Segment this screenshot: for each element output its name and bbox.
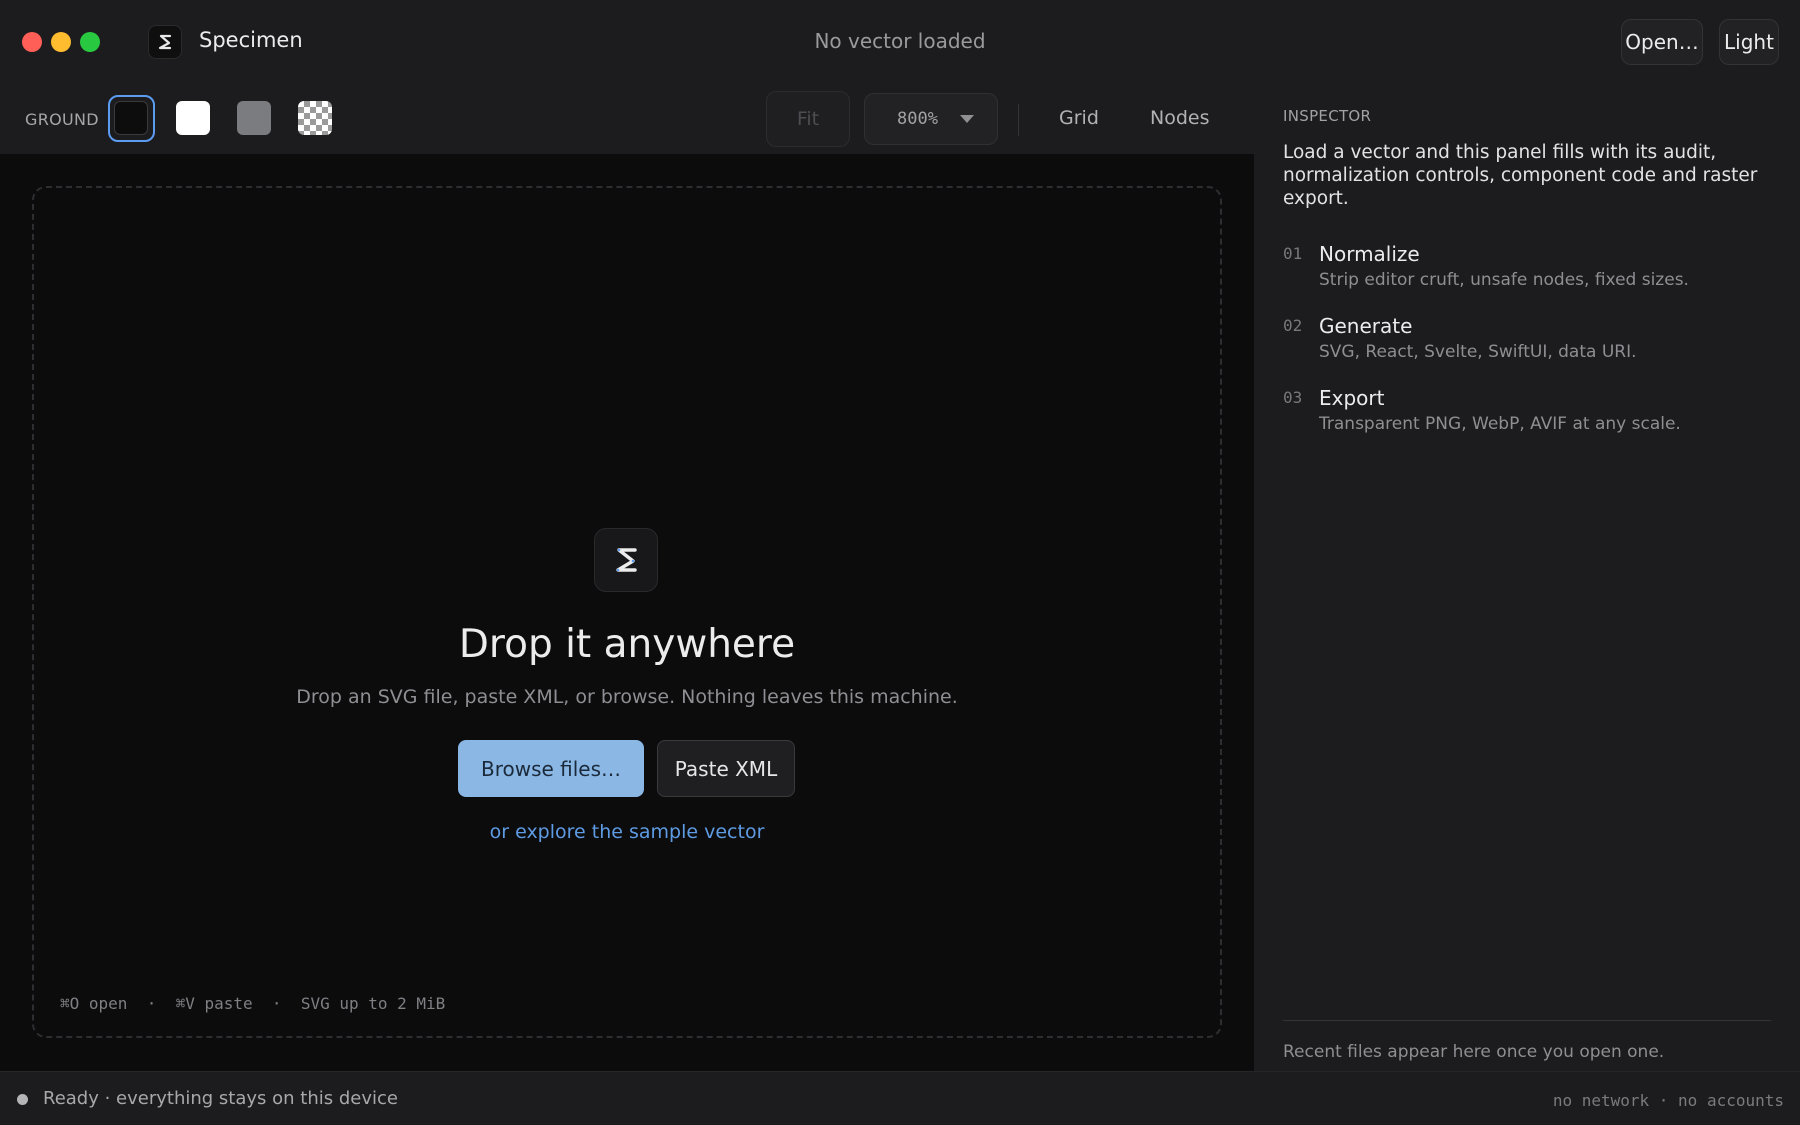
sample-vector-link-text[interactable]: or explore the sample vector [490,821,765,843]
drop-subtitle: Drop an SVG file, paste XML, or browse. … [296,686,958,708]
paste-xml-button[interactable]: Paste XML [657,740,795,797]
step-normalize: 01 Normalize Strip editor cruft, unsafe … [1283,242,1783,302]
nodes-toggle[interactable]: Nodes [1150,107,1210,129]
step-description: SVG, React, Svelte, SwiftUI, data URI. [1319,342,1637,362]
step-number: 03 [1283,388,1303,407]
open-button[interactable]: Open… [1621,19,1703,65]
canvas-toolbar: GROUND Fit 800% Grid Nodes [0,84,1254,154]
zoom-value: 800% [897,109,938,129]
ground-swatch-white[interactable] [176,101,210,135]
status-dot-icon [17,1094,28,1105]
sample-vector-link: or explore the sample vector [0,821,1254,843]
grid-toggle[interactable]: Grid [1059,107,1099,129]
browse-files-button[interactable]: Browse files… [458,740,644,797]
document-title: No vector loaded [814,29,986,53]
fit-button[interactable]: Fit [766,91,850,147]
step-number: 02 [1283,316,1303,335]
zoom-select[interactable]: 800% [864,93,998,145]
ground-swatch-gray[interactable] [237,101,271,135]
step-description: Strip editor cruft, unsafe nodes, fixed … [1319,270,1689,290]
inspector-divider [1283,1020,1771,1021]
canvas-area[interactable]: Drop it anywhere Drop an SVG file, paste… [0,154,1254,1071]
step-title: Export [1319,386,1385,410]
step-title: Normalize [1319,242,1420,266]
ground-swatch-black[interactable] [114,101,148,135]
step-number: 01 [1283,244,1303,263]
step-export: 03 Export Transparent PNG, WebP, AVIF at… [1283,386,1783,446]
ground-swatch-checkerboard[interactable] [298,101,332,135]
app-window: Specimen No vector loaded Open… Light GR… [0,0,1800,1125]
ground-label: GROUND [25,110,99,129]
step-generate: 02 Generate SVG, React, Svelte, SwiftUI,… [1283,314,1783,374]
status-text: Ready · everything stays on this device [43,1088,398,1109]
title-bar: Specimen No vector loaded Open… Light [0,0,1800,84]
status-bar: Ready · everything stays on this device … [0,1071,1800,1125]
drop-title: Drop it anywhere [458,622,796,667]
step-title: Generate [1319,314,1413,338]
chevron-down-icon [960,115,974,123]
inspector-intro: Load a vector and this panel fills with … [1283,142,1758,209]
toolbar-divider [1018,104,1019,136]
inspector-panel: INSPECTOR Load a vector and this panel f… [1254,84,1800,1071]
shortcut-hint: ⌘O open · ⌘V paste · SVG up to 2 MiB [60,994,446,1013]
inspector-heading: INSPECTOR [1283,107,1372,125]
theme-toggle-button[interactable]: Light [1719,19,1779,65]
specimen-logo-icon [594,528,658,592]
privacy-status: no network · no accounts [1552,1091,1784,1110]
recent-files-placeholder: Recent files appear here once you open o… [1283,1042,1665,1062]
step-description: Transparent PNG, WebP, AVIF at any scale… [1319,414,1681,434]
drop-zone[interactable] [32,186,1222,1038]
